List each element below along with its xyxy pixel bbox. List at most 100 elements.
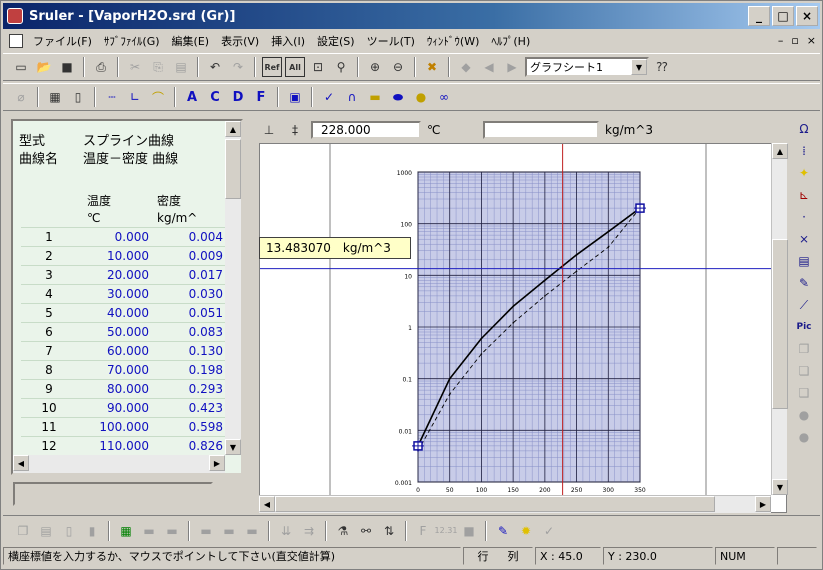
freeform-icon[interactable]: ∞ [434, 87, 454, 107]
table-icon[interactable]: ▦ [45, 87, 65, 107]
data-vertical-scrollbar[interactable]: ▲ ▼ [225, 121, 241, 455]
table-row[interactable]: 2 10.000 0.009 [21, 246, 227, 265]
table-row[interactable]: 11 100.000 0.598 [21, 417, 227, 436]
chart-canvas[interactable]: 1000 100 10 1 0.1 0.01 0.001 0 50 100 150 200 250 300… [259, 143, 787, 513]
axis-edit-icon[interactable]: ⊾ [794, 185, 814, 205]
temp-cell[interactable]: 20.000 [77, 268, 157, 282]
density-cell[interactable]: 0.293 [157, 382, 223, 396]
temp-cell[interactable]: 50.000 [77, 325, 157, 339]
grid-dots-icon[interactable]: ⁞ [794, 141, 814, 161]
table-row[interactable]: 8 70.000 0.198 [21, 360, 227, 379]
close-button[interactable]: × [796, 6, 818, 26]
new-icon[interactable]: ▭ [11, 57, 31, 77]
eraser-icon[interactable]: ⌀ [11, 87, 31, 107]
rect-icon[interactable]: ▬ [365, 87, 385, 107]
temp-cell[interactable]: 100.000 [77, 420, 157, 434]
temp-cell[interactable]: 70.000 [77, 363, 157, 377]
next-icon[interactable]: ▶ [502, 57, 522, 77]
layer3-icon[interactable]: ❑ [794, 383, 814, 403]
letter-a-button[interactable]: A [182, 90, 202, 105]
row-number[interactable]: 10 [21, 401, 77, 415]
row-number[interactable]: 3 [21, 268, 77, 282]
circle-icon[interactable]: ● [411, 87, 431, 107]
b-sort-icon[interactable]: ⇊ [276, 521, 296, 541]
cross-icon[interactable]: ⨯ [794, 229, 814, 249]
check-line-icon[interactable]: ✓ [319, 87, 339, 107]
density-cell[interactable]: 0.030 [157, 287, 223, 301]
zoom-out-icon[interactable]: ⊖ [388, 57, 408, 77]
menu-settings[interactable]: 設定(S) [311, 33, 361, 49]
chart-scroll-right-icon[interactable]: ▶ [755, 496, 771, 512]
table-row[interactable]: 1 0.000 0.004 [21, 227, 227, 246]
menu-help[interactable]: ﾍﾙﾌﾟ(H) [485, 33, 536, 49]
list-icon[interactable]: ▤ [794, 251, 814, 271]
menu-edit[interactable]: 編集(E) [166, 33, 216, 49]
row-number[interactable]: 11 [21, 420, 77, 434]
menu-view[interactable]: 表示(V) [215, 33, 265, 49]
b-rows2-icon[interactable]: ▬ [162, 521, 182, 541]
print-icon[interactable]: ⎙ [91, 57, 111, 77]
copy-layer-icon[interactable]: ❐ [794, 339, 814, 359]
open-icon[interactable]: 📂 [34, 57, 54, 77]
density-cell[interactable]: 0.051 [157, 306, 223, 320]
density-cell[interactable]: 0.130 [157, 344, 223, 358]
row-number[interactable]: 4 [21, 287, 77, 301]
menu-subfile[interactable]: ｻﾌﾞﾌｧｲﾙ(G) [98, 33, 166, 49]
zoom-in-icon[interactable]: ⊕ [365, 57, 385, 77]
apple-icon[interactable]: ● [794, 405, 814, 425]
mdi-minimize-button[interactable]: – [778, 34, 784, 47]
scroll-thumb[interactable] [225, 139, 241, 199]
density-cell[interactable]: 0.017 [157, 268, 223, 282]
temp-cell[interactable]: 90.000 [77, 401, 157, 415]
table-row[interactable]: 5 40.000 0.051 [21, 303, 227, 322]
b-paste-icon[interactable]: ▤ [36, 521, 56, 541]
chart-scroll-up-icon[interactable]: ▲ [772, 143, 788, 159]
temp-cell[interactable]: 40.000 [77, 306, 157, 320]
letter-c-button[interactable]: C [205, 90, 225, 105]
temp-cell[interactable]: 0.000 [77, 230, 157, 244]
density-cell[interactable]: 0.009 [157, 249, 223, 263]
x-value-input[interactable]: 228.000 [311, 121, 421, 139]
b-check-icon[interactable]: ✓ [539, 521, 559, 541]
ball-icon[interactable]: ● [794, 427, 814, 447]
b-doc-icon[interactable]: ▯ [59, 521, 79, 541]
b-binoculars-icon[interactable]: ⚯ [356, 521, 376, 541]
row-number[interactable]: 1 [21, 230, 77, 244]
brush-icon[interactable]: ✎ [794, 273, 814, 293]
b-rows4-icon[interactable]: ▬ [219, 521, 239, 541]
document-icon[interactable] [9, 34, 23, 48]
b-sort-order-icon[interactable]: ⇅ [379, 521, 399, 541]
paste-icon[interactable]: ▤ [171, 57, 191, 77]
chart-scroll-thumb[interactable] [772, 239, 788, 409]
row-number[interactable]: 5 [21, 306, 77, 320]
temp-cell[interactable]: 60.000 [77, 344, 157, 358]
chart-hscroll-thumb[interactable] [275, 496, 715, 512]
pic-icon[interactable]: Pic [794, 317, 814, 337]
b-font-icon[interactable]: F [413, 521, 433, 541]
scroll-down-icon[interactable]: ▼ [225, 439, 241, 455]
row-number[interactable]: 12 [21, 439, 77, 453]
fit-icon[interactable]: ⊡ [308, 57, 328, 77]
prev-icon[interactable]: ◀ [479, 57, 499, 77]
b-rows5-icon[interactable]: ▬ [242, 521, 262, 541]
vertical-line-icon[interactable]: ‡ [285, 120, 305, 140]
chart-scroll-down-icon[interactable]: ▼ [772, 479, 788, 495]
mdi-restore-button[interactable]: ▫ [791, 34, 798, 47]
curve-icon[interactable]: ⌒ [148, 87, 168, 107]
row-number[interactable]: 9 [21, 382, 77, 396]
temp-cell[interactable]: 10.000 [77, 249, 157, 263]
letter-d-button[interactable]: D [228, 90, 248, 105]
row-number[interactable]: 6 [21, 325, 77, 339]
menu-file[interactable]: ファイル(F) [27, 33, 98, 49]
scroll-left-icon[interactable]: ◀ [13, 455, 29, 471]
page-icon[interactable]: ▯ [68, 87, 88, 107]
b-rows-icon[interactable]: ▬ [139, 521, 159, 541]
marker-icon[interactable]: ⚲ [331, 57, 351, 77]
b-bin-icon[interactable]: ▮ [82, 521, 102, 541]
b-table-icon[interactable]: ▦ [116, 521, 136, 541]
density-cell[interactable]: 0.083 [157, 325, 223, 339]
line-tool-icon[interactable]: ⟋ [794, 295, 814, 315]
density-cell[interactable]: 0.826 [157, 439, 223, 453]
b-number-icon[interactable]: 12.31 [435, 521, 458, 541]
letter-f-button[interactable]: F [251, 90, 271, 105]
